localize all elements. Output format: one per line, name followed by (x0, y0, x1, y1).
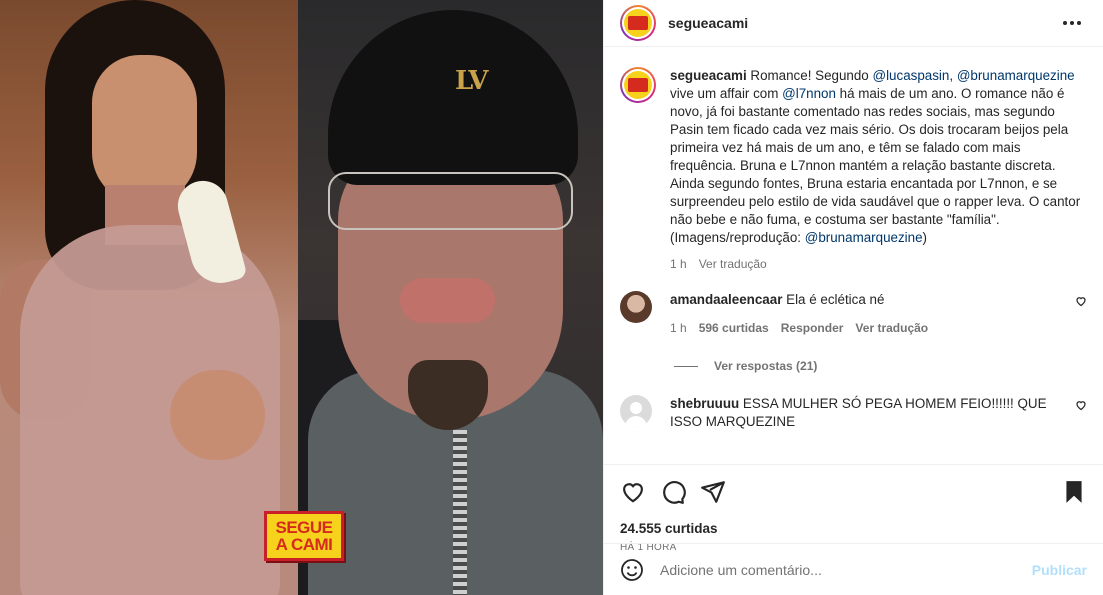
mention-link[interactable]: @brunamarquezine (805, 230, 923, 245)
post-media[interactable]: LV SEGUE A CAMI (0, 0, 603, 595)
comment-text: shebruuuu ESSA MULHER SÓ PEGA HOMEM FEIO… (670, 396, 1047, 429)
comment-avatar[interactable] (620, 291, 652, 323)
post-comment-button[interactable]: Publicar (1032, 562, 1087, 578)
view-replies-button[interactable]: Ver respostas (21) (674, 359, 1087, 373)
bookmark-saved-icon[interactable] (1061, 479, 1087, 505)
translate-link[interactable]: Ver tradução (699, 257, 767, 271)
comment-meta: 1 h 596 curtidas Responder Ver tradução (670, 319, 1065, 337)
avatar-logo-icon (628, 78, 648, 92)
emoji-icon[interactable] (620, 558, 644, 582)
add-comment-bar: Publicar (604, 543, 1103, 595)
comment-input[interactable] (660, 561, 1032, 578)
mention-link[interactable]: @l7nnon (782, 86, 836, 101)
comments-list[interactable]: segueacami Romance! Segundo @lucaspasin,… (604, 47, 1103, 464)
caption-text: segueacami Romance! Segundo @lucaspasin,… (670, 68, 1081, 245)
comment-avatar[interactable] (620, 395, 652, 427)
reply-button[interactable]: Responder (781, 319, 844, 337)
caption-username[interactable]: segueacami (670, 68, 747, 83)
like-comment-heart-icon[interactable] (1075, 399, 1087, 411)
more-options-icon[interactable] (1057, 15, 1087, 31)
comment-item: amandaaleencaar Ela é eclética né 1 h 59… (620, 291, 1087, 337)
post-likes-count[interactable]: 24.555 curtidas (620, 521, 1087, 536)
post-panel: segueacami segueacami Romance! Segundo @… (603, 0, 1103, 595)
comment-item: shebruuuu ESSA MULHER SÓ PEGA HOMEM FEIO… (620, 395, 1087, 431)
caption-time: 1 h (670, 257, 687, 271)
header-username[interactable]: segueacami (668, 15, 748, 31)
comment-text: amandaaleencaar Ela é eclética né (670, 292, 885, 307)
like-comment-heart-icon[interactable] (1075, 295, 1087, 307)
translate-link[interactable]: Ver tradução (855, 319, 928, 337)
share-send-icon[interactable] (700, 479, 726, 505)
post-header: segueacami (604, 0, 1103, 47)
photo-woman (0, 0, 298, 595)
action-icons (620, 477, 1087, 507)
avatar[interactable] (620, 5, 656, 41)
comment-username[interactable]: amandaaleencaar (670, 292, 782, 307)
mention-link[interactable]: @lucaspasin (872, 68, 949, 83)
avatar-logo-icon (628, 16, 648, 30)
caption-avatar[interactable] (620, 67, 656, 103)
comment-likes-count[interactable]: 596 curtidas (699, 319, 769, 337)
caption-meta: 1 h Ver tradução (670, 257, 1087, 271)
watermark-badge: SEGUE A CAMI (264, 511, 344, 561)
beanie-logo: LV (455, 66, 488, 96)
photo-man: LV (298, 0, 603, 595)
post-dialog: LV SEGUE A CAMI segueacami segueacami Ro… (0, 0, 1103, 595)
post-actions: 24.555 curtidas HÁ 1 HORA Publicar (604, 464, 1103, 595)
like-heart-icon[interactable] (620, 479, 646, 505)
comment-time: 1 h (670, 321, 687, 335)
comment-bubble-icon[interactable] (660, 479, 686, 505)
mention-link[interactable]: @brunamarquezine (957, 68, 1075, 83)
caption: segueacami Romance! Segundo @lucaspasin,… (620, 67, 1087, 271)
comment-username[interactable]: shebruuuu (670, 396, 739, 411)
